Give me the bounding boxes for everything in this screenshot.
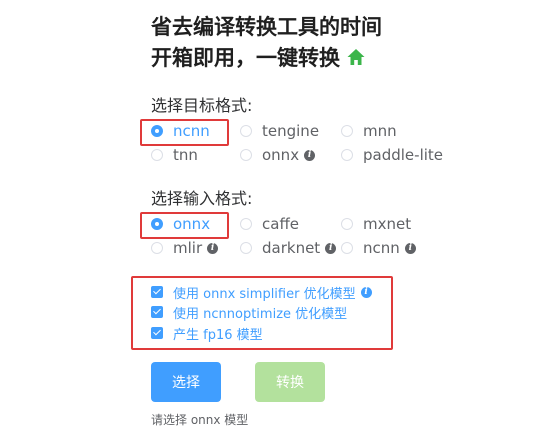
input-option-darknet[interactable]: darknet i — [240, 237, 337, 259]
target-option-label: tengine — [262, 122, 320, 140]
input-option-label: ncnn — [363, 239, 400, 257]
input-option-caffe[interactable]: caffe — [240, 213, 299, 235]
highlight-box-input — [140, 212, 229, 239]
radio-icon — [240, 149, 252, 161]
input-option-label: caffe — [262, 215, 300, 233]
select-button[interactable]: 选择 — [151, 362, 221, 402]
target-option-mnn[interactable]: mnn — [341, 120, 397, 142]
info-icon[interactable]: i — [207, 242, 219, 254]
radio-icon — [341, 149, 353, 161]
input-option-label: mxnet — [363, 215, 412, 233]
input-option-mxnet[interactable]: mxnet — [341, 213, 411, 235]
page-title-line2: 开箱即用，一键转换 — [151, 45, 366, 71]
info-icon[interactable]: i — [404, 242, 416, 254]
radio-icon — [151, 242, 163, 254]
highlight-box-target — [140, 119, 229, 146]
page-title-line2-text: 开箱即用，一键转换 — [151, 46, 340, 70]
radio-icon — [240, 242, 252, 254]
radio-icon — [341, 242, 353, 254]
home-icon — [347, 49, 365, 65]
input-format-label: 选择输入格式: — [151, 189, 253, 208]
radio-icon — [240, 218, 252, 230]
input-option-label: darknet — [262, 239, 321, 257]
input-option-label: mlir — [173, 239, 203, 257]
radio-icon — [341, 218, 353, 230]
target-option-label: onnx — [262, 146, 300, 164]
target-format-label: 选择目标格式: — [151, 96, 253, 115]
target-option-onnx[interactable]: onnx i — [240, 144, 316, 166]
target-option-label: tnn — [173, 146, 198, 164]
page-title-line1: 省去编译转换工具的时间 — [151, 15, 382, 39]
input-option-mlir[interactable]: mlir i — [151, 237, 219, 259]
target-option-tengine[interactable]: tengine — [240, 120, 319, 142]
status-hint: 请选择 onnx 模型 — [151, 413, 249, 427]
radio-icon — [341, 125, 353, 137]
input-option-ncnn[interactable]: ncnn i — [341, 237, 416, 259]
convert-button: 转换 — [255, 362, 325, 402]
radio-icon — [240, 125, 252, 137]
radio-icon — [151, 149, 163, 161]
target-option-label: paddle-lite — [363, 146, 444, 164]
target-option-label: mnn — [363, 122, 397, 140]
highlight-box-options — [131, 276, 393, 350]
info-icon[interactable]: i — [325, 242, 337, 254]
info-icon[interactable]: i — [304, 149, 316, 161]
target-option-tnn[interactable]: tnn — [151, 144, 198, 166]
target-option-paddle-lite[interactable]: paddle-lite — [341, 144, 443, 166]
